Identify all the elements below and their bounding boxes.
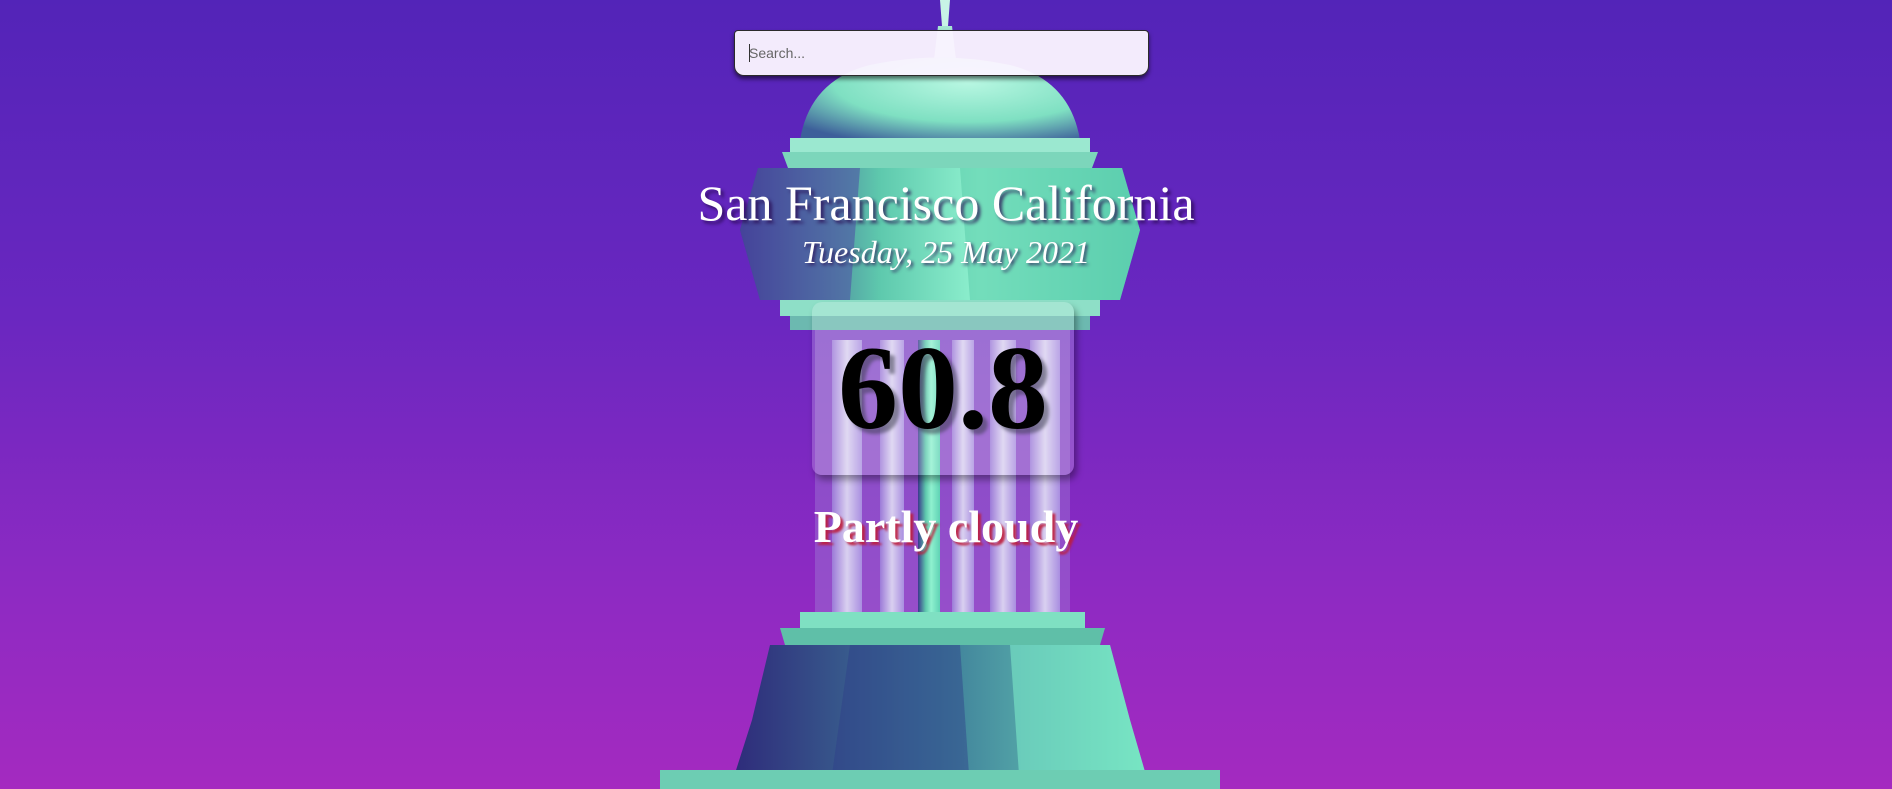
current-date: Tuesday, 25 May 2021: [802, 234, 1090, 270]
location-title: San Francisco California: [697, 175, 1195, 231]
search-bar: [734, 30, 1149, 76]
search-input[interactable]: [734, 30, 1149, 76]
temperature-card: 60.8: [812, 302, 1074, 475]
text-cursor: [749, 44, 750, 62]
weather-condition: Partly cloudy: [813, 501, 1079, 552]
temperature-value: 60.8: [838, 321, 1048, 454]
